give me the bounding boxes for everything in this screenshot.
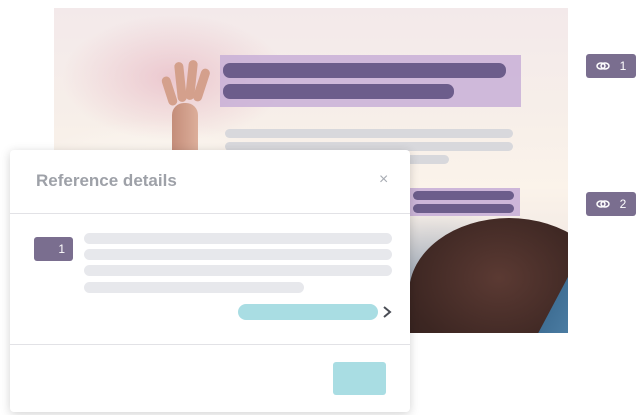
text-line: [225, 129, 513, 138]
reference-text-line: [84, 265, 392, 276]
reference-badge-2[interactable]: 2: [586, 192, 636, 216]
reference-text-line: [84, 249, 392, 260]
person-head: [409, 218, 568, 333]
link-icon: [595, 200, 610, 208]
reference-number-badge: 1: [34, 237, 73, 261]
reference-number: 1: [58, 242, 65, 256]
confirm-button[interactable]: [333, 362, 386, 395]
reference-details-modal: Reference details × 1: [10, 150, 410, 412]
chevron-right-icon[interactable]: [380, 303, 394, 321]
highlighted-text-line: [223, 63, 506, 78]
highlighted-text-line: [223, 84, 454, 99]
close-icon[interactable]: ×: [379, 171, 388, 189]
highlighted-text-line: [413, 204, 514, 213]
reference-text-line: [84, 233, 392, 244]
modal-title: Reference details: [36, 171, 177, 190]
link-icon: [595, 62, 610, 70]
modal-header: Reference details ×: [10, 150, 410, 214]
reference-badge-label: 1: [619, 59, 627, 73]
modal-footer-divider: [10, 344, 410, 345]
reference-text-line: [84, 282, 304, 293]
highlighted-text-line: [413, 191, 514, 200]
reference-badge-1[interactable]: 1: [586, 54, 636, 78]
reference-badge-label: 2: [619, 197, 627, 211]
reference-link[interactable]: [238, 304, 378, 320]
